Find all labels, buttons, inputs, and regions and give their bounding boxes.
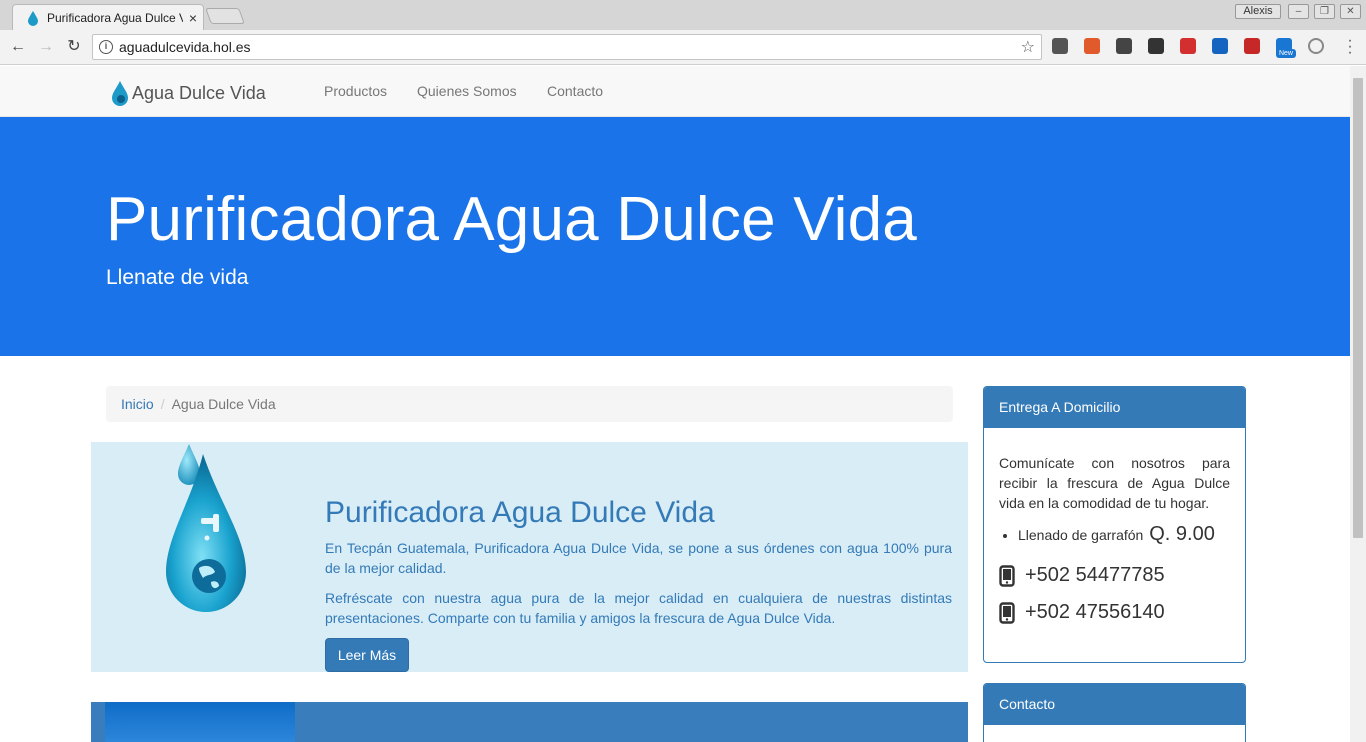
price-item-label: Llenado de garrafón	[1018, 527, 1144, 543]
tab-title: Purificadora Agua Dulce Vida	[46, 10, 183, 25]
delivery-price-list: Llenado de garrafón Q. 9.00	[999, 523, 1230, 546]
nav-link-quienes-somos[interactable]: Quienes Somos	[417, 83, 517, 99]
breadcrumb-separator: /	[160, 396, 165, 412]
second-feature-section	[91, 702, 968, 742]
minimize-button[interactable]: –	[1288, 4, 1309, 19]
browser-tabstrip: Purificadora Agua Dulce Vida × Alexis – …	[0, 0, 1366, 30]
web-page: Agua Dulce Vida Productos Quienes Somos …	[0, 66, 1350, 742]
circle-icon[interactable]	[1308, 38, 1324, 54]
browser-tab[interactable]: Purificadora Agua Dulce Vida ×	[12, 4, 204, 30]
feature-title: Purificadora Agua Dulce Vida	[325, 496, 715, 529]
tab-close-icon[interactable]: ×	[189, 11, 197, 25]
url-text[interactable]: aguadulcevida.hol.es	[119, 39, 251, 55]
phone-line-1: +502 54477785	[999, 564, 1230, 587]
shield-icon[interactable]	[1116, 38, 1132, 54]
news-icon[interactable]: New	[1276, 38, 1296, 58]
address-bar[interactable]: i aguadulcevida.hol.es ☆	[92, 34, 1042, 60]
price-value: Q. 9.00	[1149, 523, 1215, 545]
page-scrollbar[interactable]	[1350, 66, 1366, 742]
hero-title: Purificadora Agua Dulce Vida	[106, 185, 917, 254]
world-icon[interactable]	[1052, 38, 1068, 54]
read-more-button[interactable]: Leer Más	[325, 638, 409, 672]
breadcrumb-home-link[interactable]: Inicio	[121, 396, 154, 412]
bookmark-star-icon[interactable]: ☆	[1021, 37, 1035, 57]
site-navbar: Agua Dulce Vida Productos Quienes Somos …	[0, 66, 1350, 117]
forward-icon[interactable]: →	[36, 37, 56, 57]
profile-button[interactable]: Alexis	[1235, 4, 1281, 19]
save-icon[interactable]	[1244, 38, 1260, 54]
restore-button[interactable]: ❐	[1314, 4, 1335, 19]
calendar-icon[interactable]	[1084, 38, 1100, 54]
flag-icon[interactable]	[1180, 38, 1196, 54]
delivery-panel-text: Comunícate con nosotros para recibir la …	[999, 455, 1230, 511]
site-info-icon[interactable]: i	[99, 40, 113, 54]
feature-paragraph-1: En Tecpán Guatemala, Purificadora Agua D…	[325, 540, 952, 576]
browser-menu-icon[interactable]: · · ·	[1344, 33, 1356, 61]
water-drop-globe-image	[166, 444, 246, 612]
phone-number-1[interactable]: +502 54477785	[1025, 564, 1165, 587]
phone-number-2[interactable]: +502 47556140	[1025, 601, 1165, 624]
delivery-panel-heading: Entrega A Domicilio	[984, 387, 1245, 428]
site-brand[interactable]: Agua Dulce Vida	[110, 80, 266, 106]
hero-subtitle: Llenate de vida	[106, 266, 249, 289]
mobile-phone-icon	[999, 601, 1015, 624]
breadcrumb-current: Agua Dulce Vida	[171, 396, 276, 412]
mobile-phone-icon	[999, 564, 1015, 587]
reload-icon[interactable]: ↻	[64, 37, 84, 57]
water-photo-image	[105, 702, 295, 742]
close-window-button[interactable]: ✕	[1340, 4, 1361, 19]
feature-jumbotron: Purificadora Agua Dulce Vida En Tecpán G…	[91, 442, 968, 672]
feature-paragraph-2: Refréscate con nuestra agua pura de la m…	[325, 590, 952, 626]
water-drop-icon	[27, 10, 38, 26]
scrollbar-thumb[interactable]	[1353, 78, 1363, 538]
water-drop-logo-icon	[112, 81, 128, 106]
contact-panel: Contacto	[983, 683, 1246, 742]
new-tab-button[interactable]	[205, 8, 245, 24]
hero-banner: Purificadora Agua Dulce Vida Llenate de …	[0, 117, 1350, 356]
delivery-panel: Entrega A Domicilio Comunícate con nosot…	[983, 386, 1246, 663]
browser-toolbar: ← → ↻ i aguadulcevida.hol.es ☆ New · · ·	[0, 30, 1366, 65]
list-item: Llenado de garrafón Q. 9.00	[1018, 523, 1230, 546]
nav-link-productos[interactable]: Productos	[324, 83, 387, 99]
speedometer-icon[interactable]	[1148, 38, 1164, 54]
nav-link-contacto[interactable]: Contacto	[547, 83, 603, 99]
breadcrumb: Inicio / Agua Dulce Vida	[106, 386, 953, 422]
chart-icon[interactable]	[1212, 38, 1228, 54]
extension-badge: New	[1276, 49, 1296, 58]
phone-line-2: +502 47556140	[999, 601, 1230, 624]
brand-name: Agua Dulce Vida	[132, 82, 266, 103]
back-icon[interactable]: ←	[8, 37, 28, 57]
contact-panel-heading: Contacto	[984, 684, 1245, 725]
